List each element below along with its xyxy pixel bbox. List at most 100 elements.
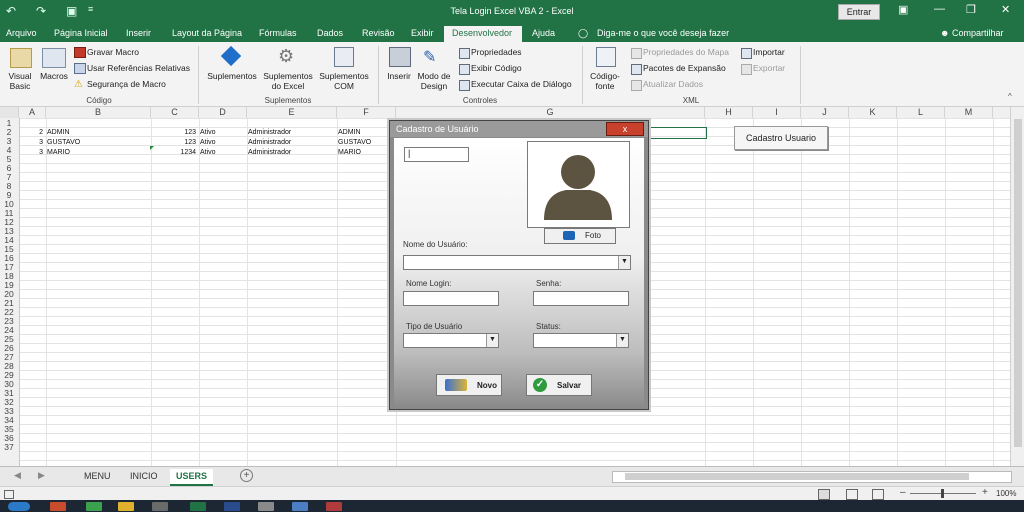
sheet-tab-inicio[interactable]: INICIO [124,469,164,484]
cadastro-usuario-sheet-button[interactable]: Cadastro Usuario [734,126,828,150]
importar-button[interactable]: Importar [753,47,785,57]
column-header[interactable]: L [897,107,945,118]
next-sheet-icon[interactable]: ▶ [38,470,45,481]
column-header[interactable]: G [396,107,705,118]
selected-cell[interactable] [645,127,707,139]
sheet-tab-menu[interactable]: MENU [78,469,117,484]
column-header[interactable]: J [801,107,849,118]
taskbar-app-icon[interactable] [152,502,168,511]
suplementos-excel-button[interactable]: Suplementos do Excel [261,71,315,91]
senha-input[interactable] [533,291,629,306]
signin-button[interactable]: Entrar [838,4,880,20]
column-header[interactable]: M [945,107,993,118]
zoom-level[interactable]: 100% [996,489,1016,498]
cell-login[interactable]: ADMIN [338,128,361,137]
zoom-out-icon[interactable]: – [900,487,906,498]
taskbar-app-icon[interactable] [326,502,342,511]
visual-basic-button[interactable]: Visual Basic [4,71,36,91]
cell-type[interactable]: Administrador [248,148,291,157]
tab-dados[interactable]: Dados [317,28,343,38]
exportar-button[interactable]: Exportar [753,63,785,73]
chevron-down-icon[interactable]: ▼ [616,334,628,347]
exibir-codigo-button[interactable]: Exibir Código [471,63,522,73]
propriedades-button[interactable]: Propriedades [471,47,522,57]
taskbar-app-icon[interactable] [50,502,66,511]
cell-code[interactable]: 123 [151,128,196,137]
column-header[interactable]: K [849,107,897,118]
tab-inserir[interactable]: Inserir [126,28,151,38]
modo-design-button[interactable]: Modo de Design [414,71,454,91]
horizontal-scrollbar[interactable] [612,471,1012,483]
status-select[interactable]: ▼ [533,333,629,348]
scrollbar-thumb[interactable] [625,473,969,480]
tab-pagina-inicial[interactable]: Página Inicial [54,28,108,38]
column-header[interactable]: E [247,107,337,118]
novo-button[interactable]: Novo [436,374,502,396]
codigo-fonte-button[interactable]: Código-fonte [588,71,622,91]
cell-type[interactable]: Administrador [248,138,291,147]
scrollbar-thumb[interactable] [1014,119,1022,447]
cell-code[interactable]: 123 [151,138,196,147]
atualizar-dados-button[interactable]: Atualizar Dados [643,79,703,89]
seguranca-macro-button[interactable]: Segurança de Macro [87,79,166,89]
cell-type[interactable]: Administrador [248,128,291,137]
share-button[interactable]: ☻ Compartilhar [940,28,1004,38]
suplementos-com-button[interactable]: Suplementos COM [316,71,372,91]
page-break-view-icon[interactable] [872,489,884,500]
cell-login[interactable]: GUSTAVO [338,138,371,147]
chevron-down-icon[interactable]: ▼ [618,256,630,269]
vertical-scrollbar[interactable] [1010,107,1024,466]
tab-revisao[interactable]: Revisão [362,28,395,38]
select-all-corner[interactable] [0,107,19,118]
page-layout-view-icon[interactable] [846,489,858,500]
propriedades-mapa-button[interactable]: Propriedades do Mapa [643,47,729,57]
macro-record-status-icon[interactable] [4,490,14,499]
tab-arquivo[interactable]: Arquivo [6,28,37,38]
cell-login[interactable]: MARIO [338,148,361,157]
pacotes-expansao-button[interactable]: Pacotes de Expansão [643,63,726,73]
tab-layout[interactable]: Layout da Página [172,28,242,38]
cell-id[interactable]: 3 [19,148,43,157]
restore-icon[interactable]: ❐ [966,3,976,16]
tab-ajuda[interactable]: Ajuda [532,28,555,38]
add-sheet-icon[interactable]: + [240,469,253,482]
cell-code[interactable]: 1234 [151,148,196,157]
column-header[interactable]: D [199,107,247,118]
foto-button[interactable]: Foto [544,228,616,244]
form-close-button[interactable]: x [606,122,644,136]
close-icon[interactable]: ✕ [1001,3,1010,16]
column-header[interactable]: B [46,107,151,118]
tab-formulas[interactable]: Fórmulas [259,28,297,38]
nome-usuario-select[interactable]: ▼ [403,255,631,270]
taskbar-app-icon[interactable] [86,502,102,511]
gravar-macro-button[interactable]: Gravar Macro [87,47,139,57]
chevron-down-icon[interactable]: ▼ [486,334,498,347]
nome-login-input[interactable] [403,291,499,306]
cell-id[interactable]: 3 [19,138,43,147]
ribbon-display-icon[interactable]: ▣ [898,3,908,16]
salvar-button[interactable]: ✓ Salvar [526,374,592,396]
taskbar-app-icon[interactable] [224,502,240,511]
suplementos-button[interactable]: Suplementos [204,71,260,81]
cell-id[interactable]: 2 [19,128,43,137]
tell-me-input[interactable]: Diga-me o que você deseja fazer [597,28,729,38]
referencias-relativas-button[interactable]: Usar Referências Relativas [87,63,190,73]
row-header[interactable]: 37 [0,443,18,452]
normal-view-icon[interactable] [818,489,830,500]
tab-desenvolvedor[interactable]: Desenvolvedor [444,26,522,42]
cell-status[interactable]: Ativo [200,138,216,147]
cell-name[interactable]: GUSTAVO [47,138,80,147]
id-field[interactable]: | [404,147,469,162]
cell-status[interactable]: Ativo [200,128,216,137]
error-indicator-icon[interactable] [150,146,154,150]
taskbar-app-icon[interactable] [118,502,134,511]
column-header[interactable]: F [337,107,396,118]
taskbar-excel-icon[interactable] [190,502,206,511]
column-header[interactable]: C [151,107,199,118]
zoom-in-icon[interactable]: + [982,487,988,498]
taskbar-app-icon[interactable] [292,502,308,511]
prev-sheet-icon[interactable]: ◀ [14,470,21,481]
cell-name[interactable]: MARIO [47,148,70,157]
column-header[interactable]: A [19,107,46,118]
column-header[interactable]: H [705,107,753,118]
